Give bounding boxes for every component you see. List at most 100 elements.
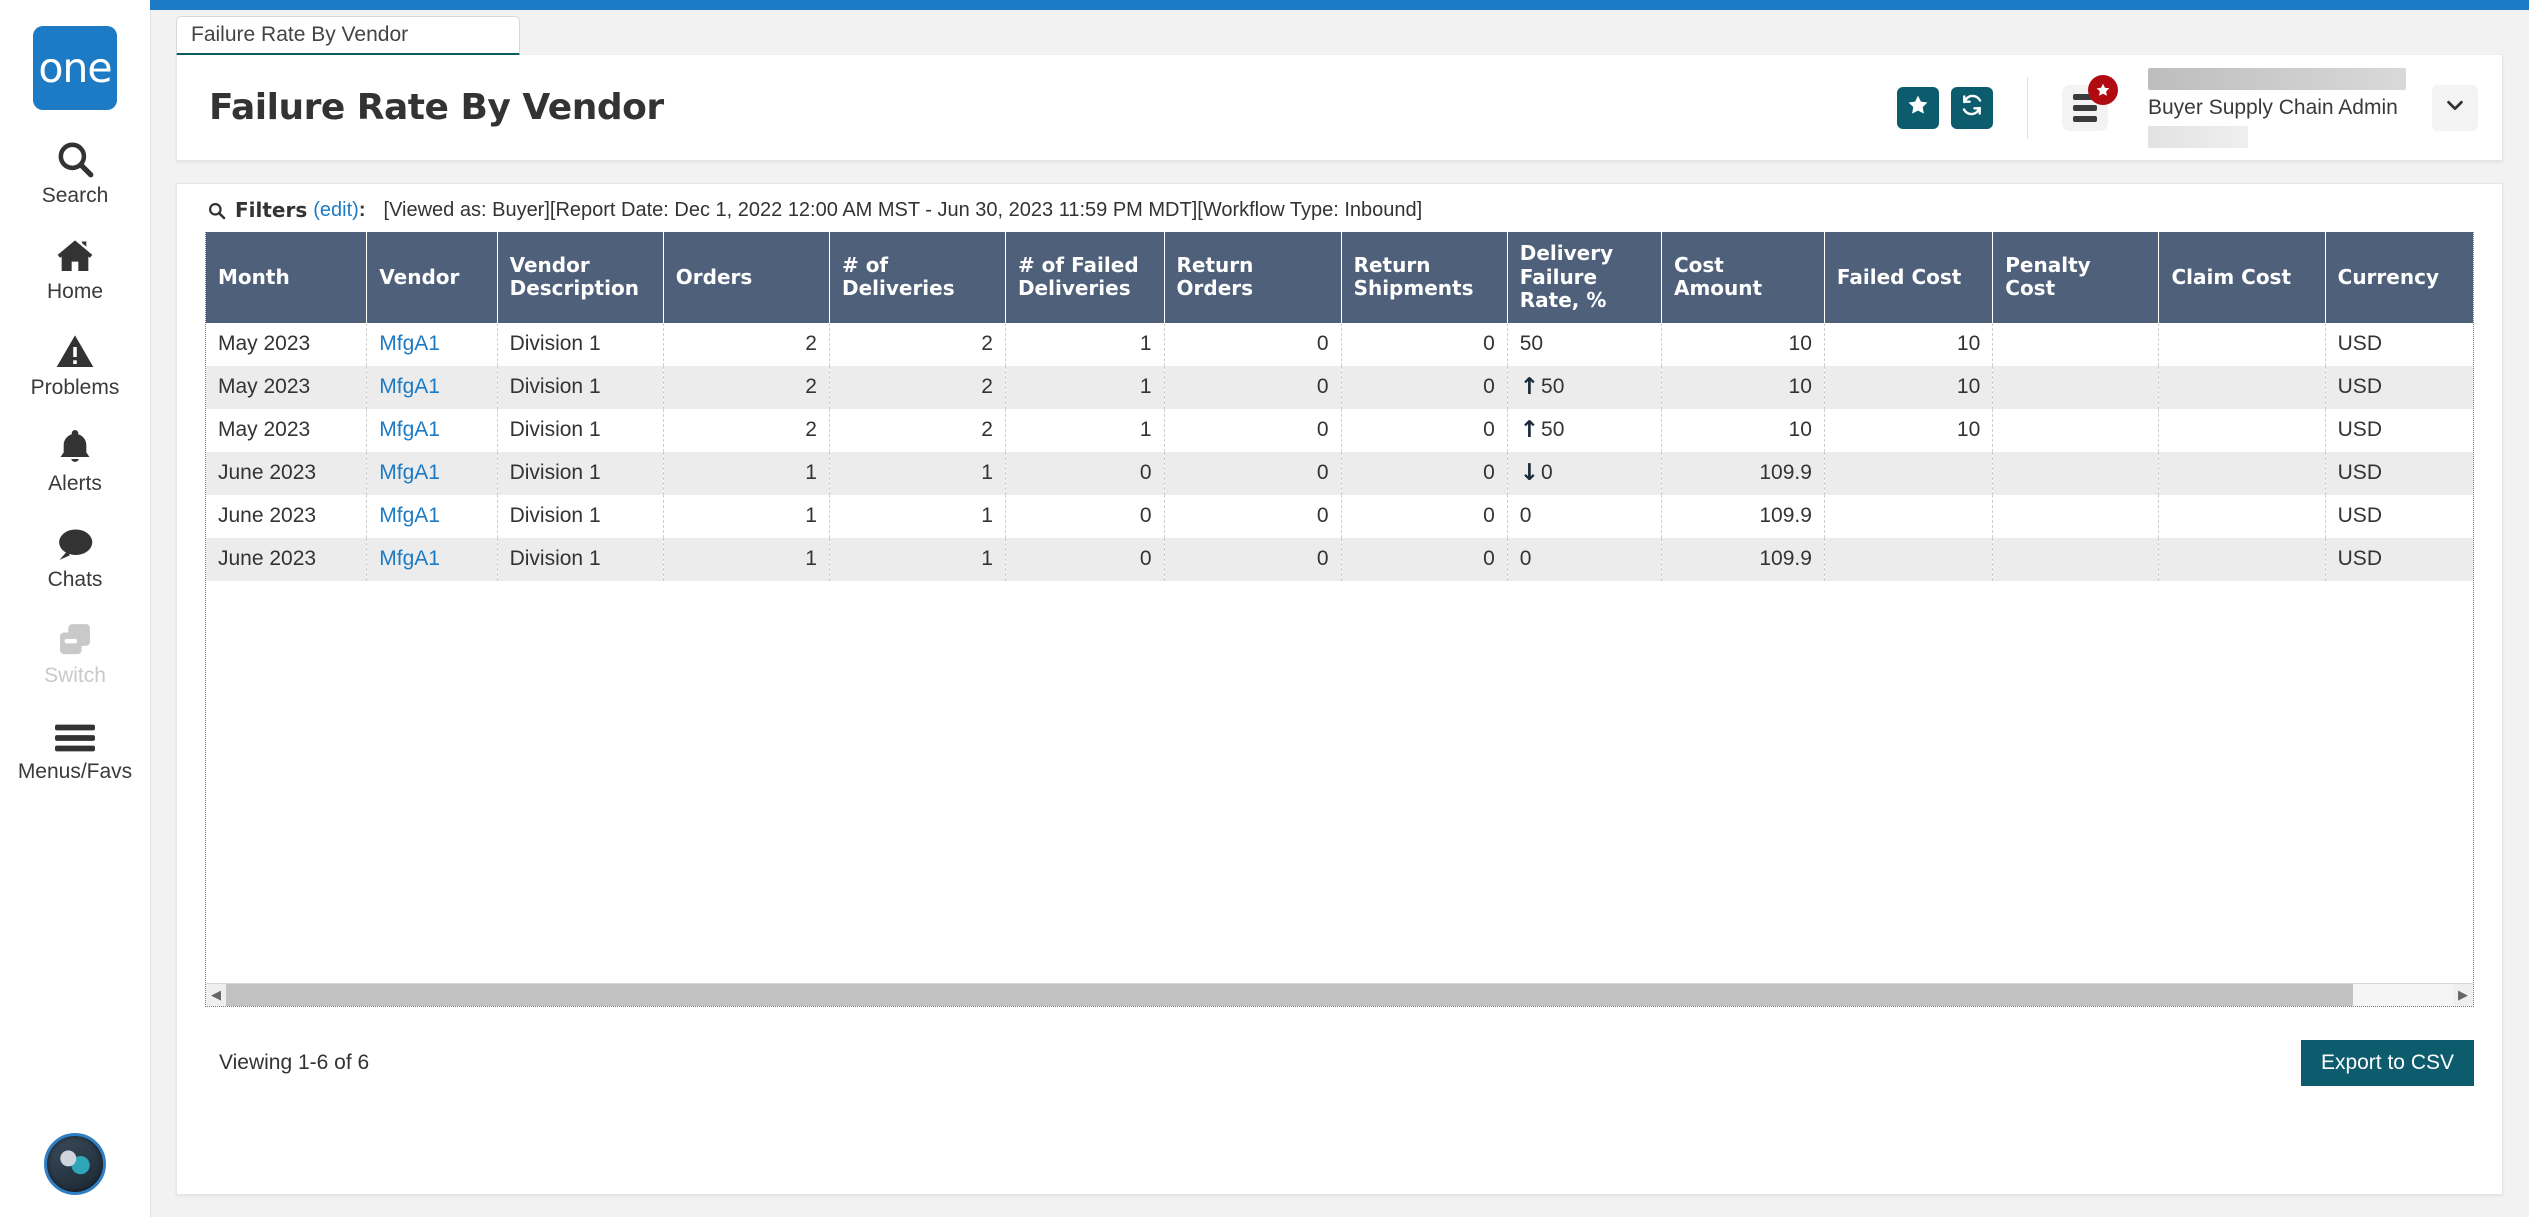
sidebar-item-home[interactable]: Home (0, 232, 150, 302)
cell-deliveries: 2 (829, 322, 1006, 366)
col-header-failed-deliveries[interactable]: # of Failed Deliveries (1005, 232, 1165, 323)
col-header-return-shipments[interactable]: Return Shipments (1341, 232, 1508, 323)
cell-fail_rate: 0 (1507, 494, 1662, 538)
user-block[interactable]: Buyer Supply Chain Admin (2148, 67, 2406, 148)
search-icon (54, 136, 96, 180)
failure-rate-number: 0 (1519, 504, 1532, 528)
table-footer: Viewing 1-6 of 6 Export to CSV (177, 1033, 2502, 1093)
col-header-cost-amount[interactable]: Cost Amount (1661, 232, 1825, 323)
cell-currency: USD (2337, 547, 2382, 571)
bell-icon (55, 424, 95, 468)
trend-up-arrow-icon: ↑ (1519, 373, 1540, 400)
table-body: May 2023 MfgA1 Division 1 2 2 1 0 0 50 10 10 USD May… (206, 322, 2473, 581)
vendor-link[interactable]: MfgA1 (379, 375, 440, 398)
cell-claim_cost (2158, 494, 2326, 538)
refresh-button[interactable] (1951, 86, 1993, 129)
cell-claim_cost (2158, 408, 2326, 452)
table-row: June 2023 MfgA1 Division 1 1 1 0 0 0 ↓ 0 109.9 USD (206, 451, 2473, 495)
cell-failed_cost: 10 (1824, 322, 1994, 366)
cell-vendor: MfgA1 (366, 537, 498, 581)
cell-vendor_desc: Division 1 (497, 494, 664, 538)
cell-return_ship: 0 (1341, 365, 1508, 409)
vendor-link[interactable]: MfgA1 (379, 418, 440, 441)
cell-vendor_desc: Division 1 (497, 408, 664, 452)
col-header-claim-cost[interactable]: Claim Cost (2158, 232, 2326, 323)
horizontal-scrollbar[interactable]: ◀ ▶ (206, 983, 2473, 1006)
vendor-link[interactable]: MfgA1 (379, 461, 440, 484)
sidebar-item-problems[interactable]: Problems (0, 328, 150, 398)
scrollbar-thumb[interactable] (226, 984, 2353, 1006)
col-header-penalty-cost[interactable]: Penalty Cost (1992, 232, 2160, 323)
sidebar-item-chats[interactable]: Chats (0, 520, 150, 590)
table-row: May 2023 MfgA1 Division 1 2 2 1 0 0 50 10 10 USD (206, 322, 2473, 366)
col-header-delivery-failure-rate[interactable]: Delivery Failure Rate, % (1507, 232, 1662, 323)
cell-claim_cost (2158, 451, 2326, 495)
filters-colon: : (358, 198, 366, 221)
sidebar-item-label: Alerts (48, 472, 102, 495)
chat-icon (54, 520, 96, 564)
vendor-link[interactable]: MfgA1 (379, 547, 440, 570)
user-role: Buyer Supply Chain Admin (2148, 95, 2398, 119)
cell-fail_rate: ↑ 50 (1507, 365, 1662, 409)
scrollbar-track[interactable] (226, 984, 2453, 1006)
table-row: May 2023 MfgA1 Division 1 2 2 1 0 0 ↑ 50 10 10 USD (206, 365, 2473, 409)
page-header: Failure Rate By Vendor Buyer Supply Chai… (176, 55, 2503, 161)
cell-vendor_desc: Division 1 (497, 537, 664, 581)
col-header-failed-cost[interactable]: Failed Cost (1824, 232, 1994, 323)
tab-failure-rate-by-vendor[interactable]: Failure Rate By Vendor (176, 16, 520, 56)
scroll-right-arrow[interactable]: ▶ (2453, 984, 2473, 1006)
cell-vendor: MfgA1 (366, 451, 498, 495)
user-menu-toggle[interactable] (2432, 84, 2478, 131)
cell-vendor: MfgA1 (366, 494, 498, 538)
cell-failed_deliv: 0 (1005, 451, 1165, 495)
sidebar-item-label: Home (46, 280, 104, 303)
sidebar-item-switch[interactable]: Switch (0, 616, 150, 686)
cell-return_ord: 0 (1164, 494, 1342, 538)
sidebar-item-label: Problems (30, 376, 120, 399)
failure-rate-number: 50 (1519, 332, 1544, 356)
col-header-currency[interactable]: Currency (2325, 232, 2473, 323)
tab-strip: Failure Rate By Vendor (176, 16, 520, 56)
cell-penalty_cost (1992, 365, 2160, 409)
col-header-deliveries[interactable]: # of Deliveries (829, 232, 1006, 323)
cell-claim_cost (2158, 322, 2326, 366)
cell-deliveries: 2 (829, 408, 1006, 452)
col-header-vendor[interactable]: Vendor (366, 232, 498, 323)
list-menu-button[interactable] (2062, 74, 2118, 131)
filters-edit-link[interactable]: (edit) (313, 199, 359, 222)
failure-rate-number: 50 (1541, 375, 1565, 399)
sidebar-item-alerts[interactable]: Alerts (0, 424, 150, 494)
cell-fail_rate: ↑ 50 (1507, 408, 1662, 452)
header-divider (2027, 76, 2028, 139)
scroll-left-arrow[interactable]: ◀ (206, 984, 226, 1006)
cell-month: June 2023 (206, 451, 368, 495)
table-header-row: Month Vendor Vendor Description Orders #… (206, 232, 2473, 323)
sidebar-item-menus-favs[interactable]: Menus/Favs (0, 712, 150, 782)
vendor-link[interactable]: MfgA1 (379, 504, 440, 527)
table-head: Month Vendor Vendor Description Orders #… (206, 232, 2473, 323)
cell-return_ord: 0 (1164, 451, 1342, 495)
cell-deliveries: 1 (829, 494, 1006, 538)
top-accent-bar (150, 0, 2529, 10)
cell-failed_deliv: 0 (1005, 494, 1165, 538)
star-badge-icon (2088, 74, 2118, 105)
col-header-month[interactable]: Month (206, 232, 368, 323)
col-header-orders[interactable]: Orders (663, 232, 830, 323)
avatar[interactable] (44, 1133, 106, 1195)
failure-rate-value: ↑ 50 (1520, 418, 1649, 442)
sidebar-item-search[interactable]: Search (0, 136, 150, 206)
page-title: Failure Rate By Vendor (209, 87, 664, 128)
cell-return_ord: 0 (1164, 537, 1342, 581)
favorite-button[interactable] (1897, 86, 1939, 129)
home-icon (54, 232, 96, 276)
cell-penalty_cost (1992, 451, 2160, 495)
cell-orders: 2 (663, 408, 830, 452)
cell-return_ship: 0 (1341, 322, 1508, 366)
col-header-vendor-desc[interactable]: Vendor Description (497, 232, 664, 323)
report-panel: Filters (edit) : [Viewed as: Buyer][Repo… (176, 183, 2503, 1195)
switch-icon (54, 616, 96, 660)
export-to-csv-button[interactable]: Export to CSV (2300, 1040, 2474, 1086)
col-header-return-orders[interactable]: Return Orders (1164, 232, 1342, 323)
cell-return_ord: 0 (1164, 365, 1342, 409)
vendor-link[interactable]: MfgA1 (379, 332, 440, 355)
